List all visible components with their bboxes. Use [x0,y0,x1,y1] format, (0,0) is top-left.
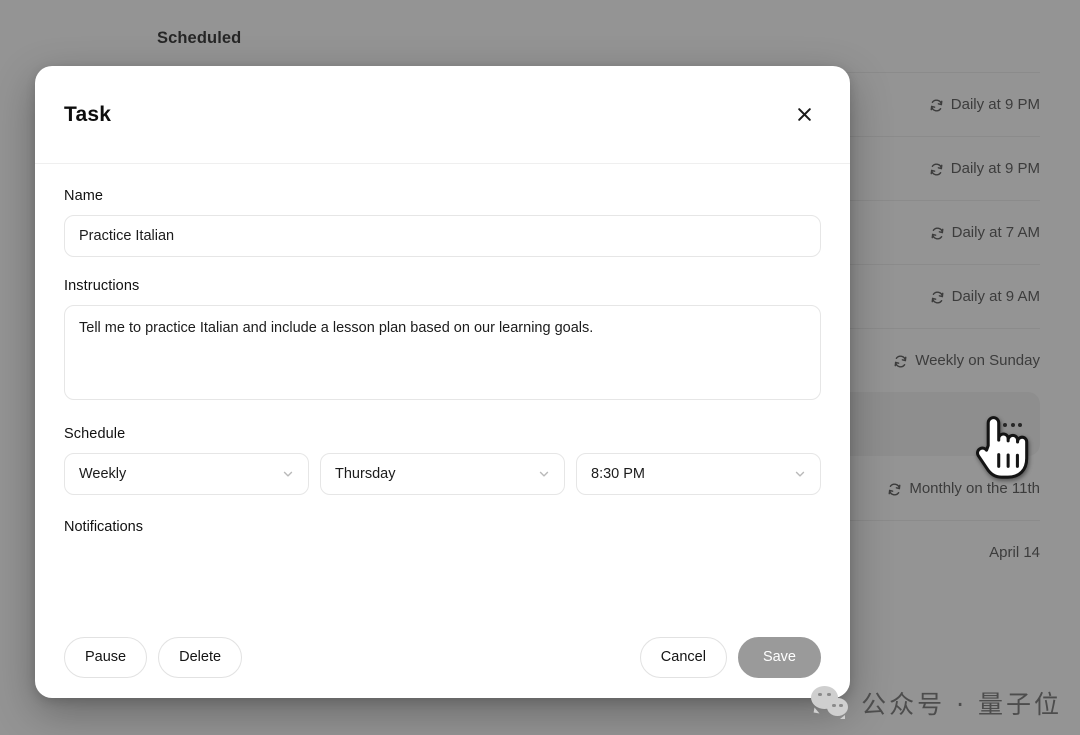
close-icon [796,106,813,123]
dialog-title: Task [64,102,112,126]
name-input[interactable] [64,215,821,257]
frequency-value: Weekly [79,466,127,482]
day-value: Thursday [335,466,396,482]
time-value: 8:30 PM [591,466,645,482]
delete-button[interactable]: Delete [158,636,243,678]
dialog-footer: Pause Delete Cancel Save [35,616,850,698]
save-button[interactable]: Save [737,636,821,678]
schedule-label: Schedule [64,426,126,442]
time-select[interactable]: 8:30 PM [576,453,821,495]
cancel-button[interactable]: Cancel [639,636,727,678]
chevron-down-icon [281,467,295,481]
instructions-label: Instructions [64,278,140,294]
frequency-select[interactable]: Weekly [64,453,309,495]
dialog-body: Name Instructions Schedule Weekly [35,164,850,616]
dialog-header: Task [35,66,850,164]
pause-button[interactable]: Pause [64,636,148,678]
task-dialog: Task Name Instructions Schedule Weekly [35,66,850,698]
chevron-down-icon [793,467,807,481]
notifications-label: Notifications [64,519,143,535]
name-field-group: Name [64,188,821,257]
instructions-field-group: Instructions [64,278,821,405]
schedule-controls: Weekly Thursday 8:30 PM [64,453,821,495]
name-label: Name [64,188,104,204]
close-button[interactable] [786,97,822,133]
schedule-field-group: Schedule Weekly Thursday 8:30 PM [64,426,821,495]
instructions-textarea[interactable] [64,305,821,400]
chevron-down-icon [537,467,551,481]
day-select[interactable]: Thursday [320,453,565,495]
